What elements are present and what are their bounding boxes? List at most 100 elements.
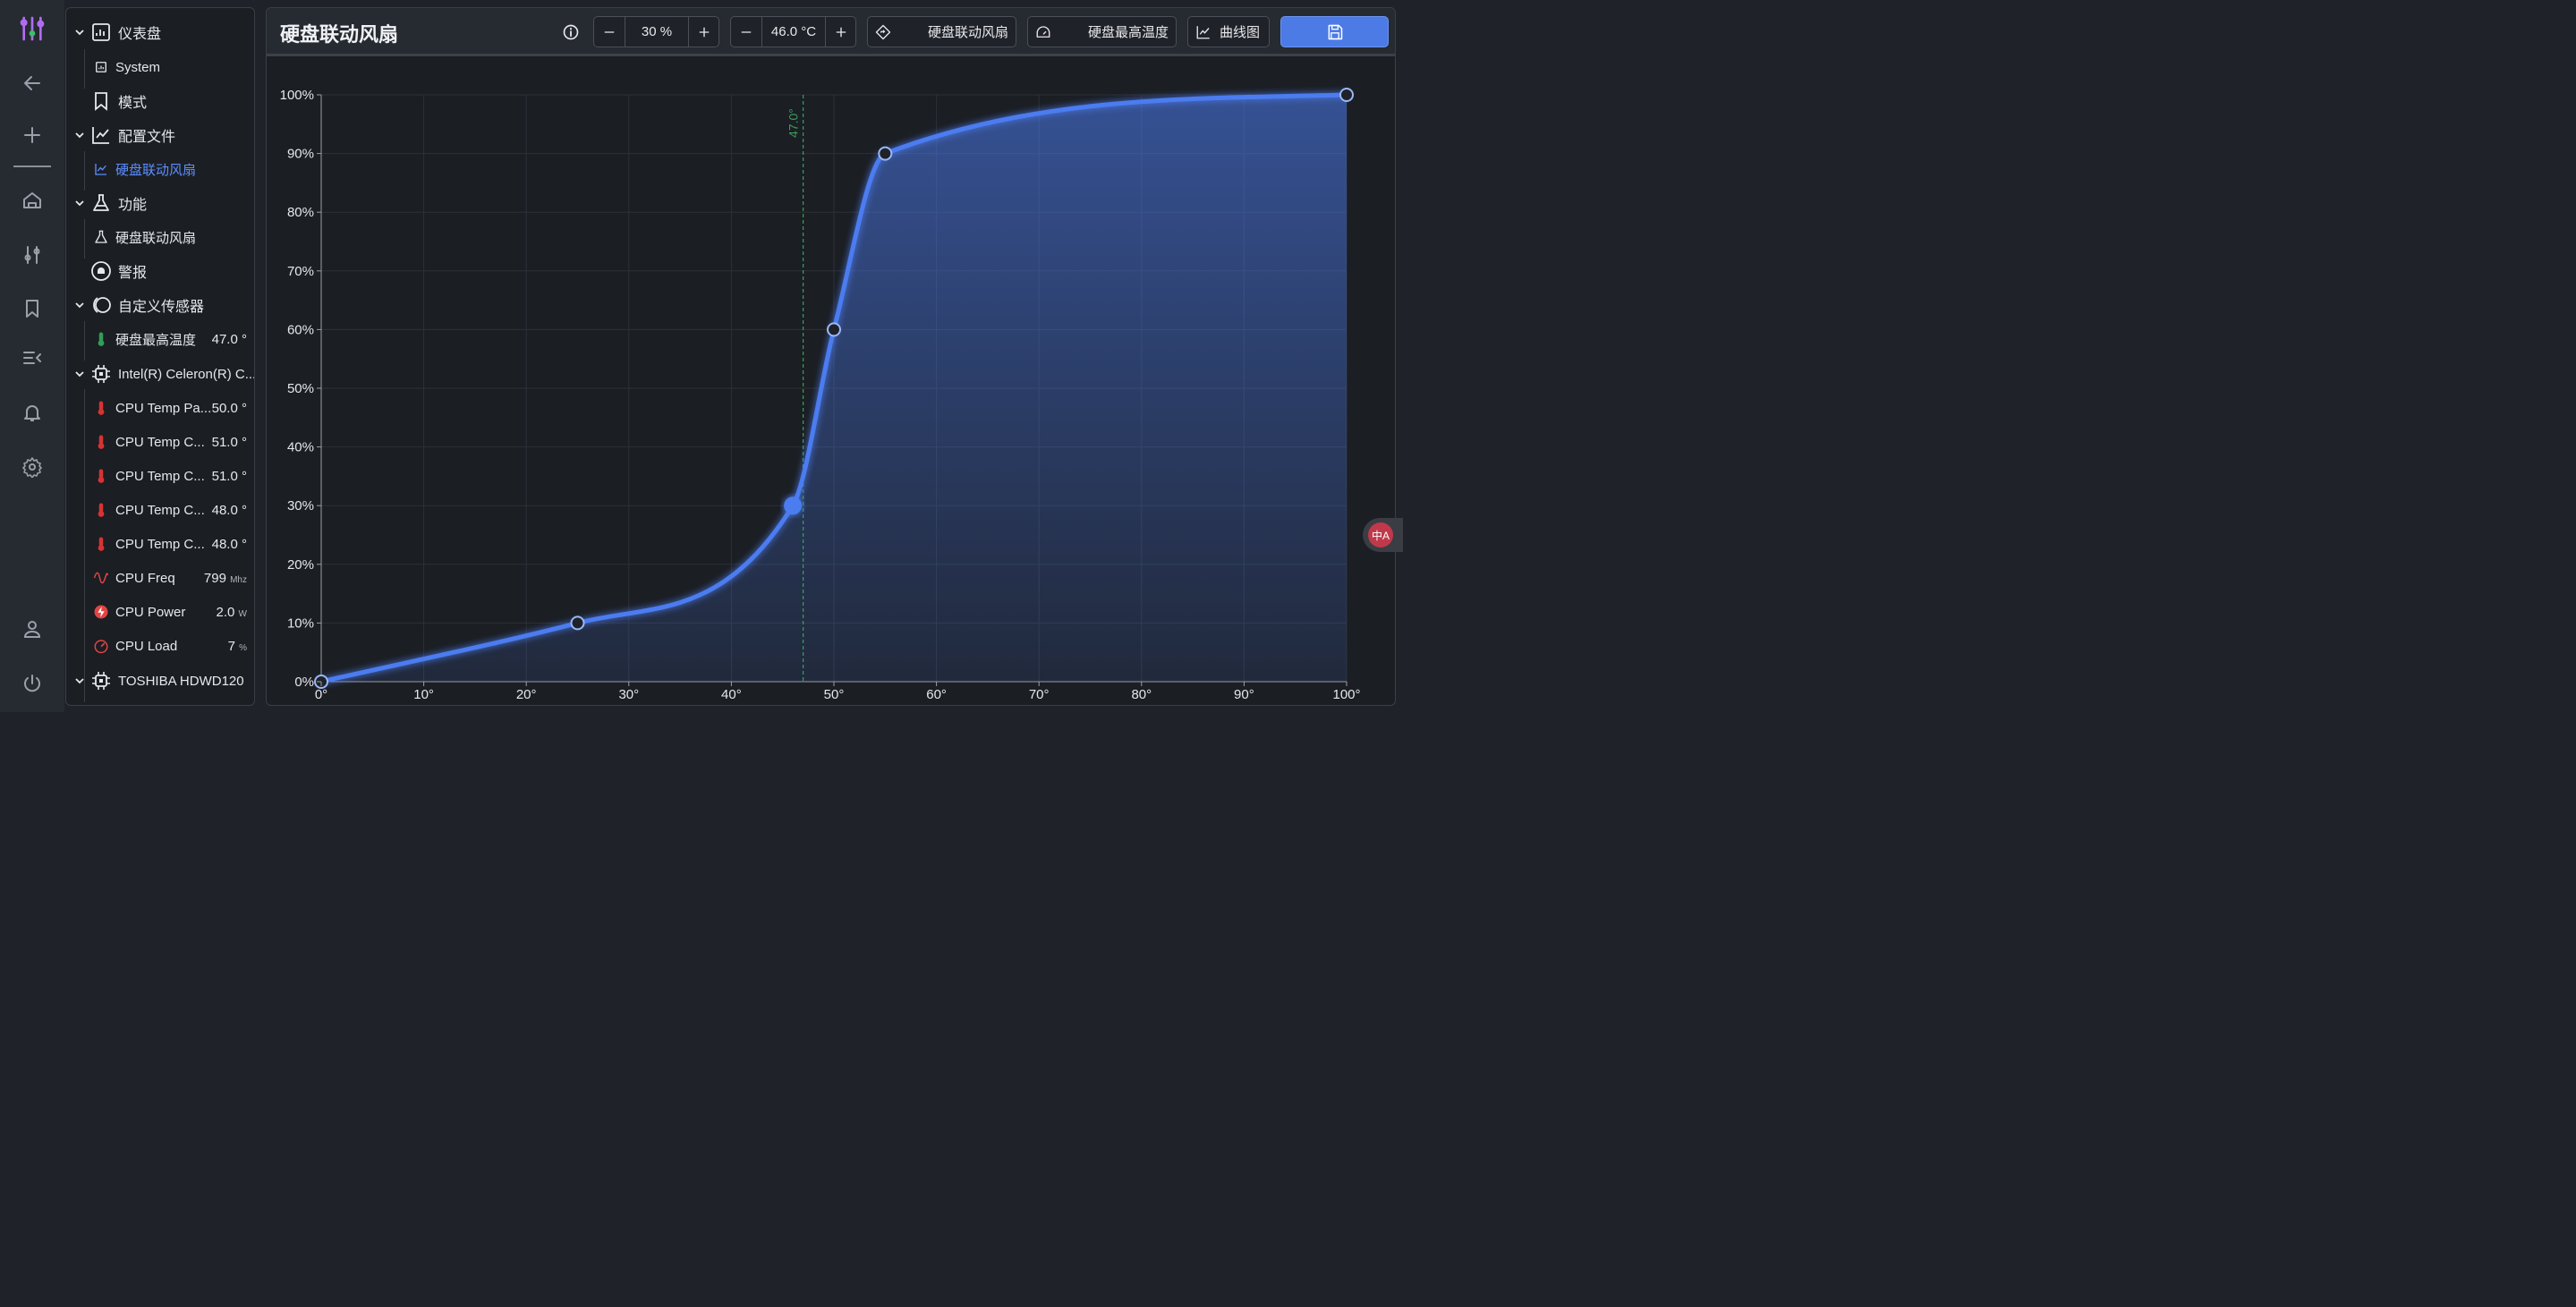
- tree-group-disk[interactable]: TOSHIBA HDWD120: [66, 665, 254, 697]
- x-tick-label: 30°: [618, 687, 639, 702]
- x-tick-label: 70°: [1029, 687, 1050, 702]
- y-tick-label: 0%: [294, 675, 314, 690]
- tree-group-functions[interactable]: 功能: [66, 187, 254, 219]
- minus-icon: [741, 30, 752, 33]
- tree-label: TOSHIBA HDWD120: [118, 673, 244, 689]
- minus-icon: [604, 30, 615, 33]
- chevron-down-icon[interactable]: [73, 26, 86, 38]
- thermometer-icon: [98, 401, 105, 415]
- dashboard-icon: [92, 23, 110, 41]
- sensor-value: 799 Mhz: [204, 571, 247, 586]
- user-icon[interactable]: [18, 615, 47, 643]
- speed-stepper: 30 %: [593, 16, 719, 47]
- tree-item-custom-sensor[interactable]: 硬盘最高温度 47.0 °: [66, 323, 254, 355]
- rail-divider: [13, 165, 51, 167]
- sensor-value: 7 %: [228, 639, 247, 654]
- info-icon[interactable]: [562, 23, 580, 41]
- tree-group-dashboard[interactable]: 仪表盘: [66, 16, 254, 48]
- tree-label: 仪表盘: [118, 27, 162, 42]
- bookmark-icon[interactable]: [18, 294, 47, 323]
- cpu-chip-icon: [92, 365, 110, 383]
- chevron-down-icon[interactable]: [73, 299, 86, 311]
- save-button[interactable]: [1280, 16, 1389, 47]
- tree-item-cpu-sensor[interactable]: CPU Temp C... 48.0 °: [66, 528, 254, 560]
- power-icon[interactable]: [18, 669, 47, 698]
- tree-label: CPU Temp C...: [115, 468, 205, 484]
- tree-label: Intel(R) Celeron(R) C...: [118, 366, 255, 382]
- speed-value[interactable]: 30 %: [625, 17, 689, 47]
- sensor-select[interactable]: 硬盘最高温度: [1027, 16, 1177, 47]
- sensor-value-number: 799: [203, 570, 226, 586]
- bookmark-icon: [95, 92, 107, 111]
- tree-label: 警报: [118, 266, 148, 281]
- tree-group-profiles[interactable]: 配置文件: [66, 119, 254, 151]
- plus-icon[interactable]: [18, 121, 47, 149]
- thermometer-icon: [98, 503, 105, 517]
- sensor-value: 51.0 °: [212, 469, 247, 484]
- sensor-unit: W: [238, 608, 247, 619]
- tree-item-cpu-sensor[interactable]: CPU Freq 799 Mhz: [66, 562, 254, 594]
- x-tick-label: 0°: [315, 687, 327, 702]
- temperature-stepper: 46.0 °C: [730, 16, 856, 47]
- sensor-value-number: 2.0: [216, 604, 235, 620]
- y-tick-label: 100%: [280, 88, 314, 103]
- decrement-button[interactable]: [594, 17, 625, 47]
- profile-select[interactable]: 硬盘联动风扇: [867, 16, 1016, 47]
- tree-item-cpu-sensor[interactable]: CPU Temp C... 48.0 °: [66, 494, 254, 526]
- graph-button[interactable]: 曲线图: [1187, 16, 1270, 47]
- tree-group-alerts[interactable]: 警报: [66, 255, 254, 287]
- tree-item-cpu-sensor[interactable]: CPU Temp Pa... 50.0 °: [66, 392, 254, 424]
- flask-icon: [95, 230, 107, 243]
- gear-icon[interactable]: [18, 453, 47, 481]
- y-tick-label: 20%: [287, 557, 314, 573]
- tree-label: System: [115, 59, 161, 75]
- home-icon[interactable]: [18, 186, 47, 215]
- curve-control-point[interactable]: [570, 615, 585, 631]
- alert-bell-icon: [91, 261, 111, 281]
- tree-item-cpu-sensor[interactable]: CPU Temp C... 51.0 °: [66, 460, 254, 492]
- bell-icon[interactable]: [18, 398, 47, 427]
- y-tick-label: 90%: [287, 147, 314, 162]
- wave-icon: [93, 572, 109, 584]
- chevron-down-icon[interactable]: [73, 197, 86, 209]
- tree-label: 自定义传感器: [118, 300, 205, 315]
- tree-item-system[interactable]: System: [66, 51, 254, 83]
- sensor-value-number: 48.0 °: [211, 536, 247, 552]
- cpu-chip-icon: [92, 672, 110, 690]
- fan-curve-chart[interactable]: 47.0° 0% 10% 20% 30% 40% 50% 60% 70% 80% 90% 100% 0…: [267, 59, 1396, 706]
- temperature-value[interactable]: 46.0 °C: [761, 17, 826, 47]
- tree-group-cpu[interactable]: Intel(R) Celeron(R) C...: [66, 358, 254, 390]
- tree-item-function[interactable]: 硬盘联动风扇: [66, 221, 254, 253]
- sensor-value-number: 7: [227, 638, 235, 654]
- chevron-down-icon[interactable]: [73, 368, 86, 380]
- line-chart-icon: [1196, 25, 1210, 38]
- tree-item-profile-active[interactable]: 硬盘联动风扇: [66, 153, 254, 185]
- increment-button[interactable]: [689, 17, 719, 47]
- chevron-down-icon[interactable]: [73, 675, 86, 687]
- tree-item-cpu-sensor[interactable]: CPU Temp C... 51.0 °: [66, 426, 254, 458]
- list-collapse-icon[interactable]: [18, 344, 47, 372]
- curve-control-point[interactable]: [1339, 88, 1354, 102]
- increment-button[interactable]: [826, 17, 856, 47]
- back-arrow-icon[interactable]: [18, 69, 47, 98]
- tree-item-cpu-sensor[interactable]: CPU Power 2.0 W: [66, 596, 254, 628]
- x-tick-label: 60°: [926, 687, 947, 702]
- sensor-value: 2.0 W: [217, 605, 247, 620]
- translate-float-button[interactable]: 中A: [1363, 518, 1403, 552]
- profile-select-label: 硬盘联动风扇: [927, 25, 1008, 40]
- sensor-value: 48.0 °: [212, 503, 247, 518]
- tree-item-cpu-sensor[interactable]: CPU Load 7 %: [66, 630, 254, 662]
- curve-control-point[interactable]: [827, 322, 841, 337]
- sensor-value: 47.0 °: [211, 331, 247, 347]
- chevron-down-icon[interactable]: [73, 129, 86, 141]
- sliders-icon[interactable]: [18, 241, 47, 269]
- tree-group-mode[interactable]: 模式: [66, 85, 254, 117]
- decrement-button[interactable]: [731, 17, 761, 47]
- page-title: 硬盘联动风扇: [280, 23, 399, 46]
- app-logo-icon[interactable]: [18, 14, 47, 43]
- y-tick-label: 30%: [287, 498, 314, 513]
- curve-control-point[interactable]: [878, 146, 893, 161]
- tree-group-custom-sensors[interactable]: 自定义传感器: [66, 289, 254, 321]
- translate-icon: 中A: [1368, 522, 1393, 547]
- plus-icon: [699, 27, 710, 37]
